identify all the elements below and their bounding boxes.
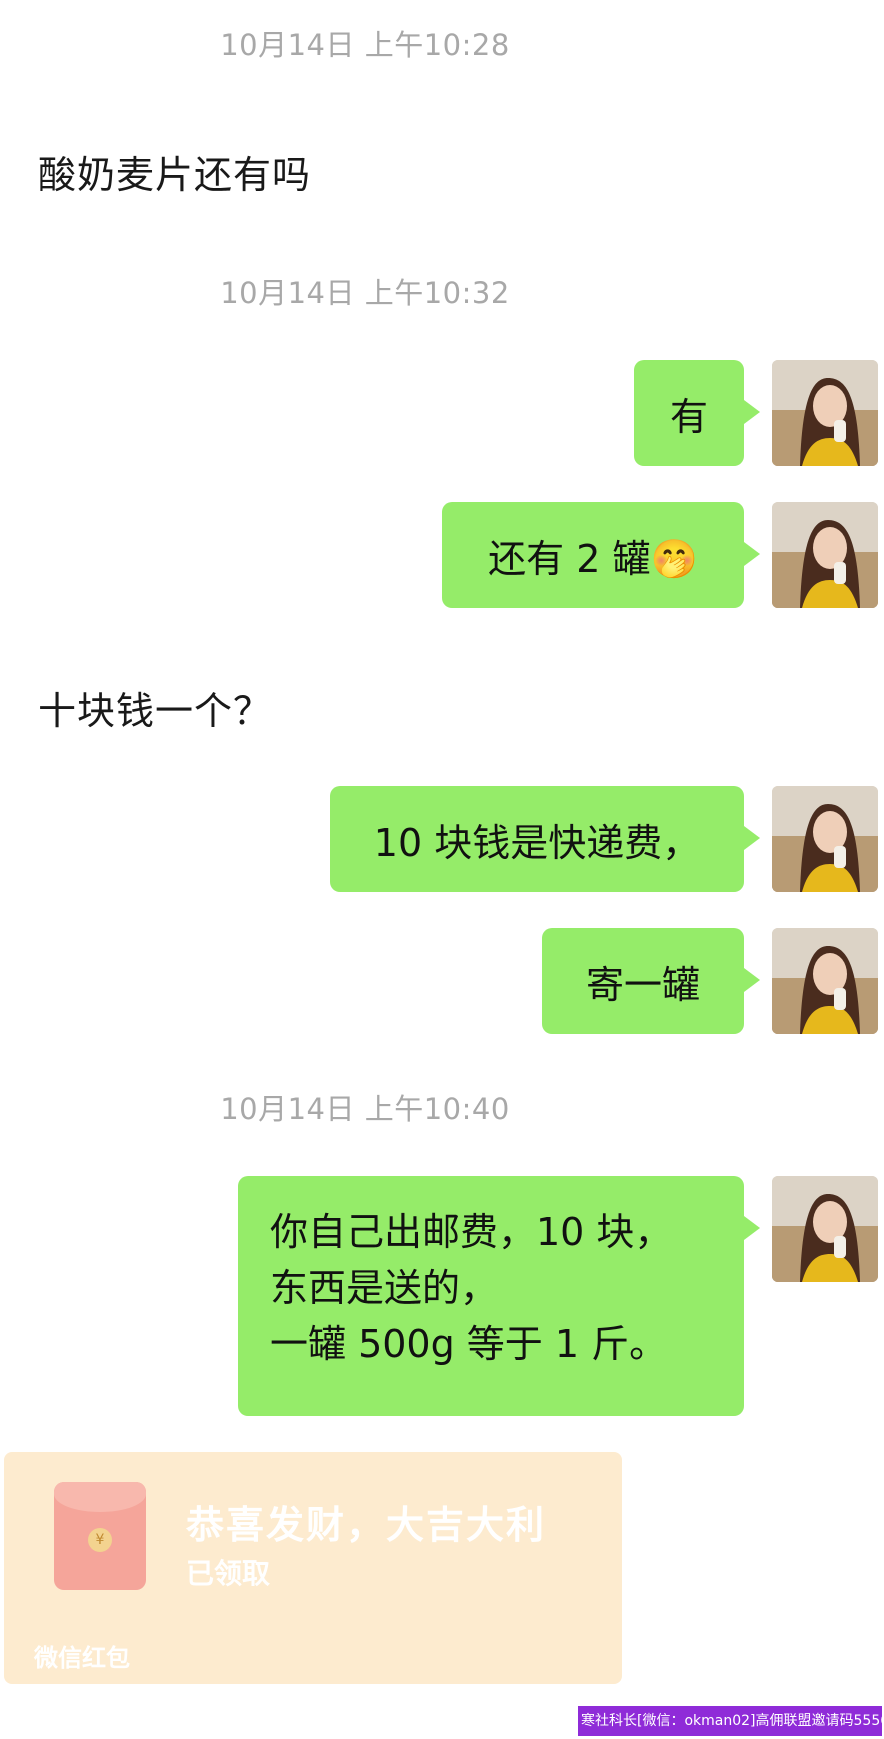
avatar-photo-icon [772, 502, 878, 608]
message-line: 东西是送的， [270, 1266, 499, 1310]
message-line: 一罐 500g 等于 1 斤。 [270, 1322, 668, 1366]
user-avatar[interactable] [772, 786, 878, 892]
user-avatar[interactable] [772, 502, 878, 608]
timestamp: 10月14日 上午10:28 [220, 28, 510, 62]
outgoing-message-bubble[interactable]: 10 块钱是快递费， [330, 786, 760, 892]
red-packet-status: 已领取 [186, 1557, 271, 1590]
avatar-photo-icon [772, 1176, 878, 1282]
red-envelope-icon: ¥ [54, 1482, 146, 1590]
incoming-message[interactable]: 十块钱一个？ [38, 680, 272, 735]
user-avatar[interactable] [772, 1176, 878, 1282]
red-packet-footer: 微信红包 [34, 1644, 130, 1672]
avatar-photo-icon [772, 360, 878, 466]
incoming-message[interactable]: 酸奶麦片还有吗 [38, 144, 311, 199]
timestamp: 10月14日 上午10:32 [220, 276, 510, 310]
outgoing-message-bubble[interactable]: 寄一罐 [542, 928, 760, 1034]
red-packet-title: 恭喜发财，大吉大利 [186, 1503, 547, 1547]
outgoing-message-bubble[interactable]: 你自己出邮费，10 块， 东西是送的， 一罐 500g 等于 1 斤。 [238, 1176, 760, 1416]
watermark-banner: 寒社科长[微信：okman02]高佣联盟邀请码555666 [578, 1706, 882, 1736]
message-line: 你自己出邮费，10 块， [270, 1210, 673, 1254]
timestamp: 10月14日 上午10:40 [220, 1092, 510, 1126]
outgoing-message-bubble[interactable]: 有 [634, 360, 760, 466]
avatar-photo-icon [772, 928, 878, 1034]
avatar-photo-icon [772, 786, 878, 892]
outgoing-message-bubble[interactable]: 还有 2 罐🤭 [442, 502, 760, 608]
red-packet-message[interactable]: ¥ 恭喜发财，大吉大利 已领取 微信红包 [4, 1452, 622, 1684]
user-avatar[interactable] [772, 928, 878, 1034]
user-avatar[interactable] [772, 360, 878, 466]
